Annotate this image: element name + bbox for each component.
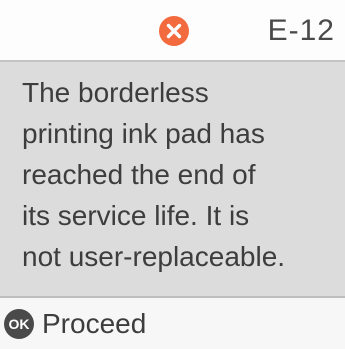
proceed-button[interactable]: OK Proceed — [4, 306, 146, 342]
error-x-icon — [159, 16, 189, 46]
ok-button-icon: OK — [4, 309, 34, 339]
message-panel: The borderless printing ink pad has reac… — [0, 62, 345, 298]
printer-lcd-screen: E-12 The borderless printing ink pad has… — [0, 0, 345, 349]
status-header: E-12 — [0, 0, 345, 62]
proceed-label: Proceed — [42, 308, 147, 339]
error-message-text: The borderless printing ink pad has reac… — [22, 77, 286, 272]
error-code: E-12 — [267, 14, 335, 47]
action-footer: OK Proceed — [0, 298, 345, 349]
